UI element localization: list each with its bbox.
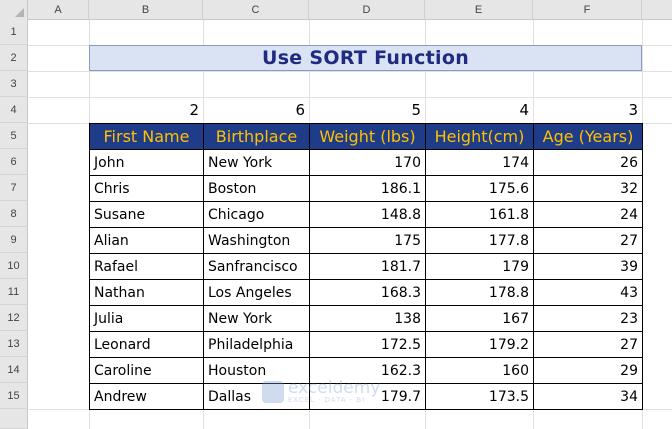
gridline	[28, 97, 672, 98]
table-cell[interactable]: Julia	[89, 305, 204, 332]
row-header-4[interactable]: 4	[0, 97, 28, 123]
table-cell[interactable]: 168.3	[309, 279, 426, 306]
table-cell[interactable]: Leonard	[89, 331, 204, 358]
row-header-15[interactable]: 15	[0, 383, 28, 409]
watermark-tagline: EXCEL · DATA · BI	[288, 396, 366, 404]
row-header-13[interactable]: 13	[0, 331, 28, 357]
row-header-16[interactable]	[0, 409, 28, 429]
row-header-11[interactable]: 11	[0, 279, 28, 305]
table-cell[interactable]: 27	[533, 227, 643, 254]
row-header-14[interactable]: 14	[0, 357, 28, 383]
column-header-d[interactable]: D	[309, 0, 425, 20]
table-cell[interactable]: 175	[309, 227, 426, 254]
table-cell[interactable]: 32	[533, 175, 643, 202]
column-header-c[interactable]: C	[203, 0, 309, 20]
table-cell[interactable]: 39	[533, 253, 643, 280]
table-cell[interactable]: 24	[533, 201, 643, 228]
table-cell[interactable]: 186.1	[309, 175, 426, 202]
column-header-b[interactable]: B	[89, 0, 203, 20]
header-weight[interactable]: Weight (lbs)	[309, 123, 426, 150]
data-table: First Name Birthplace Weight (lbs) Heigh…	[89, 123, 643, 410]
table-cell[interactable]: 27	[533, 331, 643, 358]
table-cell[interactable]: 172.5	[309, 331, 426, 358]
header-first-name[interactable]: First Name	[89, 123, 204, 150]
table-cell[interactable]: 179.2	[425, 331, 534, 358]
column-header-e[interactable]: E	[425, 0, 533, 20]
row-header-8[interactable]: 8	[0, 201, 28, 227]
table-cell[interactable]: Los Angeles	[203, 279, 310, 306]
table-cell[interactable]: 160	[425, 357, 534, 384]
sort-index-cell[interactable]: 2	[89, 99, 203, 121]
watermark-brand: exceldemy	[288, 378, 381, 398]
header-birthplace[interactable]: Birthplace	[203, 123, 310, 150]
table-cell[interactable]: Rafael	[89, 253, 204, 280]
table-row: Alian Washington 175 177.8 27	[89, 227, 643, 254]
table-cell[interactable]: New York	[203, 305, 310, 332]
table-cell[interactable]: 173.5	[425, 383, 534, 410]
table-cell[interactable]: Chris	[89, 175, 204, 202]
table-cell[interactable]: 29	[533, 357, 643, 384]
table-cell[interactable]: 34	[533, 383, 643, 410]
table-row: Julia New York 138 167 23	[89, 305, 643, 332]
table-cell[interactable]: Caroline	[89, 357, 204, 384]
row-header-2[interactable]: 2	[0, 45, 28, 71]
table-cell[interactable]: Andrew	[89, 383, 204, 410]
table-cell[interactable]: New York	[203, 149, 310, 176]
table-cell[interactable]: 161.8	[425, 201, 534, 228]
table-cell[interactable]: Sanfrancisco	[203, 253, 310, 280]
table-row: Rafael Sanfrancisco 181.7 179 39	[89, 253, 643, 280]
header-age[interactable]: Age (Years)	[533, 123, 643, 150]
row-header-5[interactable]: 5	[0, 123, 28, 149]
table-header-row: First Name Birthplace Weight (lbs) Heigh…	[89, 123, 643, 150]
row-header-12[interactable]: 12	[0, 305, 28, 331]
table-cell[interactable]: Susane	[89, 201, 204, 228]
watermark-logo: exceldemy EXCEL · DATA · BI	[262, 380, 380, 404]
table-cell[interactable]: 177.8	[425, 227, 534, 254]
column-header-a[interactable]: A	[28, 0, 89, 20]
table-cell[interactable]: 167	[425, 305, 534, 332]
gridline	[28, 71, 672, 72]
title-cell[interactable]: Use SORT Function	[89, 45, 642, 71]
row-header-10[interactable]: 10	[0, 253, 28, 279]
table-row: Leonard Philadelphia 172.5 179.2 27	[89, 331, 643, 358]
table-row: John New York 170 174 26	[89, 149, 643, 176]
table-cell[interactable]: 148.8	[309, 201, 426, 228]
row-header-7[interactable]: 7	[0, 175, 28, 201]
table-row: Nathan Los Angeles 168.3 178.8 43	[89, 279, 643, 306]
table-cell[interactable]: 179	[425, 253, 534, 280]
exceldemy-logo-icon	[262, 381, 284, 403]
table-cell[interactable]: 181.7	[309, 253, 426, 280]
table-row: Chris Boston 186.1 175.6 32	[89, 175, 643, 202]
table-cell[interactable]: Nathan	[89, 279, 204, 306]
table-cell[interactable]: Chicago	[203, 201, 310, 228]
table-row: Susane Chicago 148.8 161.8 24	[89, 201, 643, 228]
table-cell[interactable]: Alian	[89, 227, 204, 254]
table-cell[interactable]: 178.8	[425, 279, 534, 306]
table-cell[interactable]: 26	[533, 149, 643, 176]
row-header-3[interactable]: 3	[0, 71, 28, 97]
table-cell[interactable]: Boston	[203, 175, 310, 202]
table-cell[interactable]: 175.6	[425, 175, 534, 202]
table-cell[interactable]: Washington	[203, 227, 310, 254]
sort-index-cell[interactable]: 6	[203, 99, 309, 121]
row-header-6[interactable]: 6	[0, 149, 28, 175]
table-cell[interactable]: Philadelphia	[203, 331, 310, 358]
table-cell[interactable]: 170	[309, 149, 426, 176]
title-text: Use SORT Function	[261, 47, 470, 69]
sort-index-cell[interactable]: 4	[425, 99, 533, 121]
sort-index-cell[interactable]: 5	[309, 99, 425, 121]
table-cell[interactable]: 23	[533, 305, 643, 332]
select-all-button[interactable]	[0, 0, 28, 20]
row-header-9[interactable]: 9	[0, 227, 28, 253]
table-cell[interactable]: John	[89, 149, 204, 176]
column-header-f[interactable]: F	[533, 0, 642, 20]
table-cell[interactable]: 174	[425, 149, 534, 176]
header-height[interactable]: Height(cm)	[425, 123, 534, 150]
table-cell[interactable]: 138	[309, 305, 426, 332]
table-cell[interactable]: 43	[533, 279, 643, 306]
row-header-1[interactable]: 1	[0, 20, 28, 45]
sort-index-cell[interactable]: 3	[533, 99, 642, 121]
